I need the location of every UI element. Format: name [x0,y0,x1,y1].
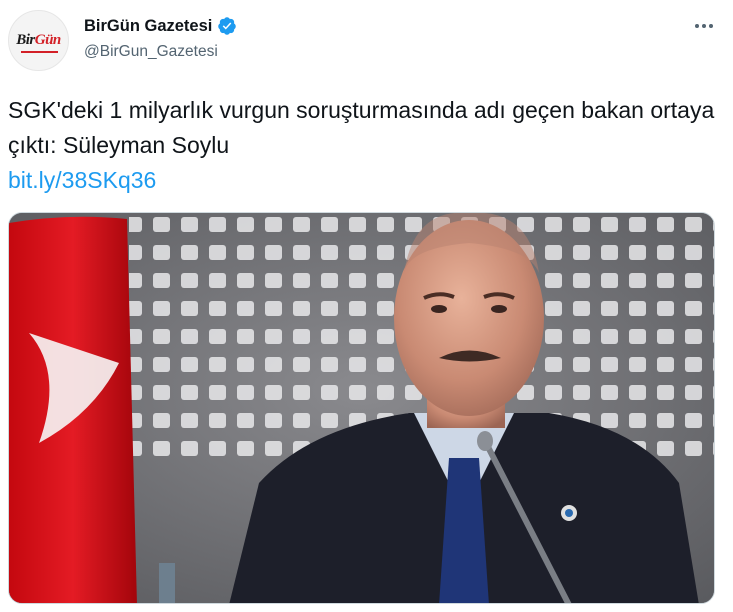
avatar-logo-underline [21,51,58,53]
tweet-text: SGK'deki 1 milyarlık vurgun soruşturması… [8,93,723,198]
tweet-link[interactable]: bit.ly/38SKq36 [8,163,723,198]
more-dots-icon[interactable] [692,16,716,36]
author-display-name[interactable]: BirGün Gazetesi [84,17,212,36]
photo-illustration [9,213,714,603]
author-handle[interactable]: @BirGun_Gazetesi [84,43,218,61]
tweet-body: SGK'deki 1 milyarlık vurgun soruşturması… [8,97,715,158]
author-name-row: BirGün Gazetesi [84,16,237,36]
avatar-logo-main: Bir [16,32,35,48]
avatar-logo: BirGün [16,32,61,49]
account-avatar[interactable]: BirGün [8,10,69,71]
verified-badge-icon [218,17,237,35]
tweet-media-image[interactable] [8,212,715,604]
avatar-logo-accent: Gün [34,32,62,48]
